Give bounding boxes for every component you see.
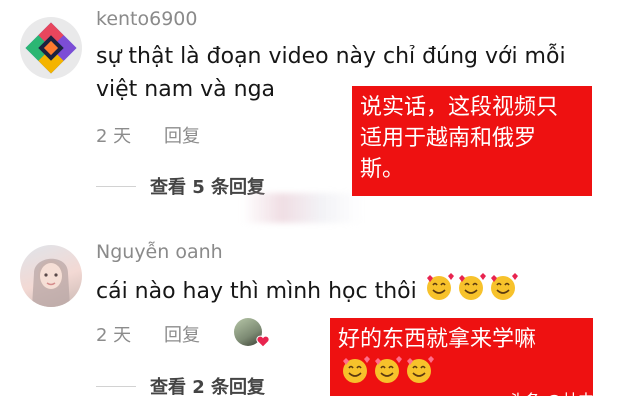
watermark-text: 头条 @林中青衫 xyxy=(508,391,626,410)
annotation-line: 好的东西就拿来学嘛 xyxy=(338,327,537,352)
username-nguyen-oanh[interactable]: Nguyễn oanh xyxy=(96,241,223,263)
annotation-translation-2: 好的东西就拿来学嘛 xyxy=(330,318,593,396)
smiling-hearts-emoji xyxy=(338,355,585,387)
watermark: 头条 @林中青衫 xyxy=(509,387,626,411)
portrait-avatar-icon xyxy=(32,258,70,307)
reply-button[interactable]: 回复 xyxy=(164,122,200,148)
comment-line: cái nào hay thì mình học thôi xyxy=(96,279,417,304)
annotation-line: 斯。 xyxy=(360,157,405,182)
avatar-kento6900[interactable] xyxy=(20,17,82,79)
comment-line: sự thật là đoạn video này chỉ đúng với m… xyxy=(96,44,566,69)
heart-icon xyxy=(256,335,270,348)
view-replies-button[interactable]: 查看 2 条回复 xyxy=(96,373,265,399)
comment-time: 2 天 xyxy=(96,325,132,346)
annotation-translation-1: 说实话，这段视频只 适用于越南和俄罗 斯。 xyxy=(352,86,592,196)
view-replies-label: 查看 2 条回复 xyxy=(150,377,266,398)
author-liked-avatar xyxy=(234,318,270,348)
geometric-avatar-icon xyxy=(25,22,77,74)
view-replies-button[interactable]: 查看 5 条回复 xyxy=(96,173,265,199)
annotation-line: 适用于越南和俄罗 xyxy=(360,126,537,151)
comment-time: 2 天 xyxy=(96,126,132,147)
comment-text-2: cái nào hay thì mình học thôi xyxy=(96,272,520,312)
divider xyxy=(96,385,136,387)
blurred-region xyxy=(242,193,362,223)
divider xyxy=(96,185,136,187)
avatar-nguyen-oanh[interactable] xyxy=(20,245,82,307)
smiling-hearts-emoji xyxy=(424,272,520,312)
annotation-line: 说实话，这段视频只 xyxy=(360,95,559,120)
username-kento6900[interactable]: kento6900 xyxy=(96,8,198,30)
reply-button[interactable]: 回复 xyxy=(164,321,200,347)
